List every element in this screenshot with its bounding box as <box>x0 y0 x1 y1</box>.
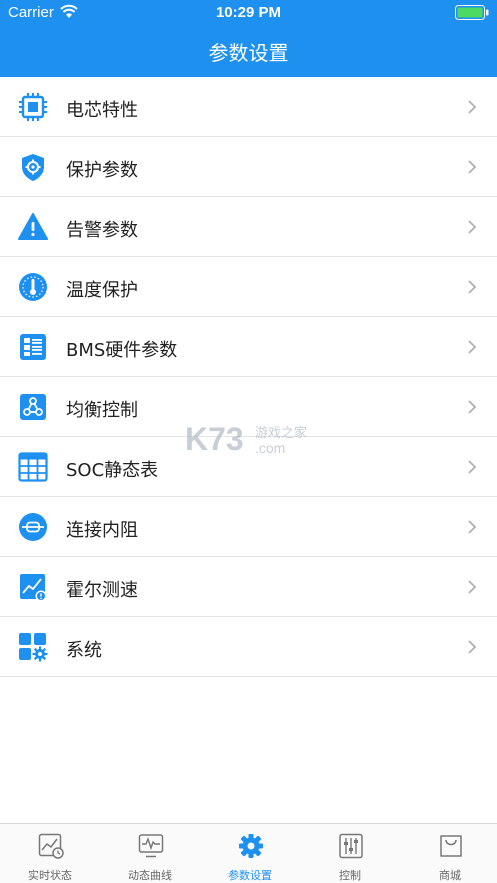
menu-item-cell-characteristics[interactable]: 电芯特性 <box>0 77 497 137</box>
chevron-right-icon <box>468 160 477 174</box>
menu-item-label: 连接内阻 <box>66 520 138 541</box>
chevron-right-icon <box>468 340 477 354</box>
shield-gear-icon <box>22 154 44 181</box>
menu-item-label: 电芯特性 <box>66 100 138 121</box>
menu-item-label: 告警参数 <box>66 220 138 241</box>
trend-chart-icon <box>20 574 47 602</box>
realtime-chart-icon <box>38 833 64 859</box>
menu-item-label: 保护参数 <box>66 160 138 181</box>
chevron-right-icon <box>468 220 477 234</box>
menu-item-protection-params[interactable]: 保护参数 <box>0 137 497 197</box>
apps-gear-icon <box>19 633 48 662</box>
shopping-bag-icon <box>440 835 462 857</box>
sliders-icon <box>339 833 363 859</box>
menu-item-label: 系统 <box>66 640 102 661</box>
status-time: 10:29 PM <box>215 4 282 21</box>
menu-item-label: 温度保护 <box>66 280 138 301</box>
tab-label: 控制 <box>339 869 361 882</box>
menu-item-hall-speed[interactable]: 霍尔测速 <box>0 557 497 617</box>
chevron-right-icon <box>468 640 477 654</box>
tab-label: 参数设置 <box>228 869 272 882</box>
watermark-domain: .com <box>255 440 285 456</box>
status-bar: Carrier 10:29 PM <box>0 0 497 26</box>
menu-item-label: BMS硬件参数 <box>66 340 178 361</box>
tab-control[interactable]: 控制 <box>300 824 400 883</box>
tab-store[interactable]: 商城 <box>400 824 497 883</box>
menu-item-label: 霍尔测速 <box>66 580 138 601</box>
menu-item-system[interactable]: 系统 <box>0 617 497 677</box>
list-document-icon <box>20 334 46 360</box>
gear-icon <box>239 834 263 858</box>
nav-bar: Carrier 10:29 PM 参数设置 <box>0 0 497 77</box>
chevron-right-icon <box>468 580 477 594</box>
network-nodes-icon <box>20 394 46 420</box>
warning-icon <box>18 213 48 240</box>
page-title: 参数设置 <box>208 41 289 65</box>
watermark-brand: K73 <box>185 421 244 457</box>
menu-item-label: 均衡控制 <box>66 400 138 421</box>
grid-table-icon <box>18 452 48 482</box>
menu-item-temperature-protection[interactable]: 温度保护 <box>0 257 497 317</box>
chevron-right-icon <box>468 280 477 294</box>
resistor-icon <box>19 513 47 541</box>
tab-parameter-settings[interactable]: 参数设置 <box>200 824 300 883</box>
chevron-right-icon <box>468 400 477 414</box>
menu-item-label: SOC静态表 <box>66 460 159 481</box>
cell-chip-icon <box>19 93 47 121</box>
menu-item-connection-resistance[interactable]: 连接内阻 <box>0 497 497 557</box>
tab-dynamic-curve[interactable]: 动态曲线 <box>100 824 200 883</box>
chevron-right-icon <box>468 460 477 474</box>
chevron-right-icon <box>468 520 477 534</box>
tab-label: 商城 <box>439 869 461 882</box>
watermark-text: 游戏之家 <box>255 425 307 441</box>
battery-icon <box>455 5 489 20</box>
settings-menu-list: 电芯特性 保护参数 告警参数 温度保护 BMS硬件参数 均衡控制 SOC静态表 … <box>0 77 497 677</box>
k73-watermark-logo: K73 游戏之家 .com <box>185 421 307 457</box>
menu-item-bms-hardware-params[interactable]: BMS硬件参数 <box>0 317 497 377</box>
tab-realtime-status[interactable]: 实时状态 <box>0 824 100 883</box>
bottom-tab-bar: 实时状态 动态曲线 参数设置 控制 商城 <box>0 823 497 883</box>
menu-item-alarm-params[interactable]: 告警参数 <box>0 197 497 257</box>
chevron-right-icon <box>468 100 477 114</box>
thermometer-gauge-icon <box>19 273 47 301</box>
monitor-curve-icon <box>138 834 164 858</box>
tab-label: 实时状态 <box>28 869 72 882</box>
tab-label: 动态曲线 <box>128 869 172 882</box>
